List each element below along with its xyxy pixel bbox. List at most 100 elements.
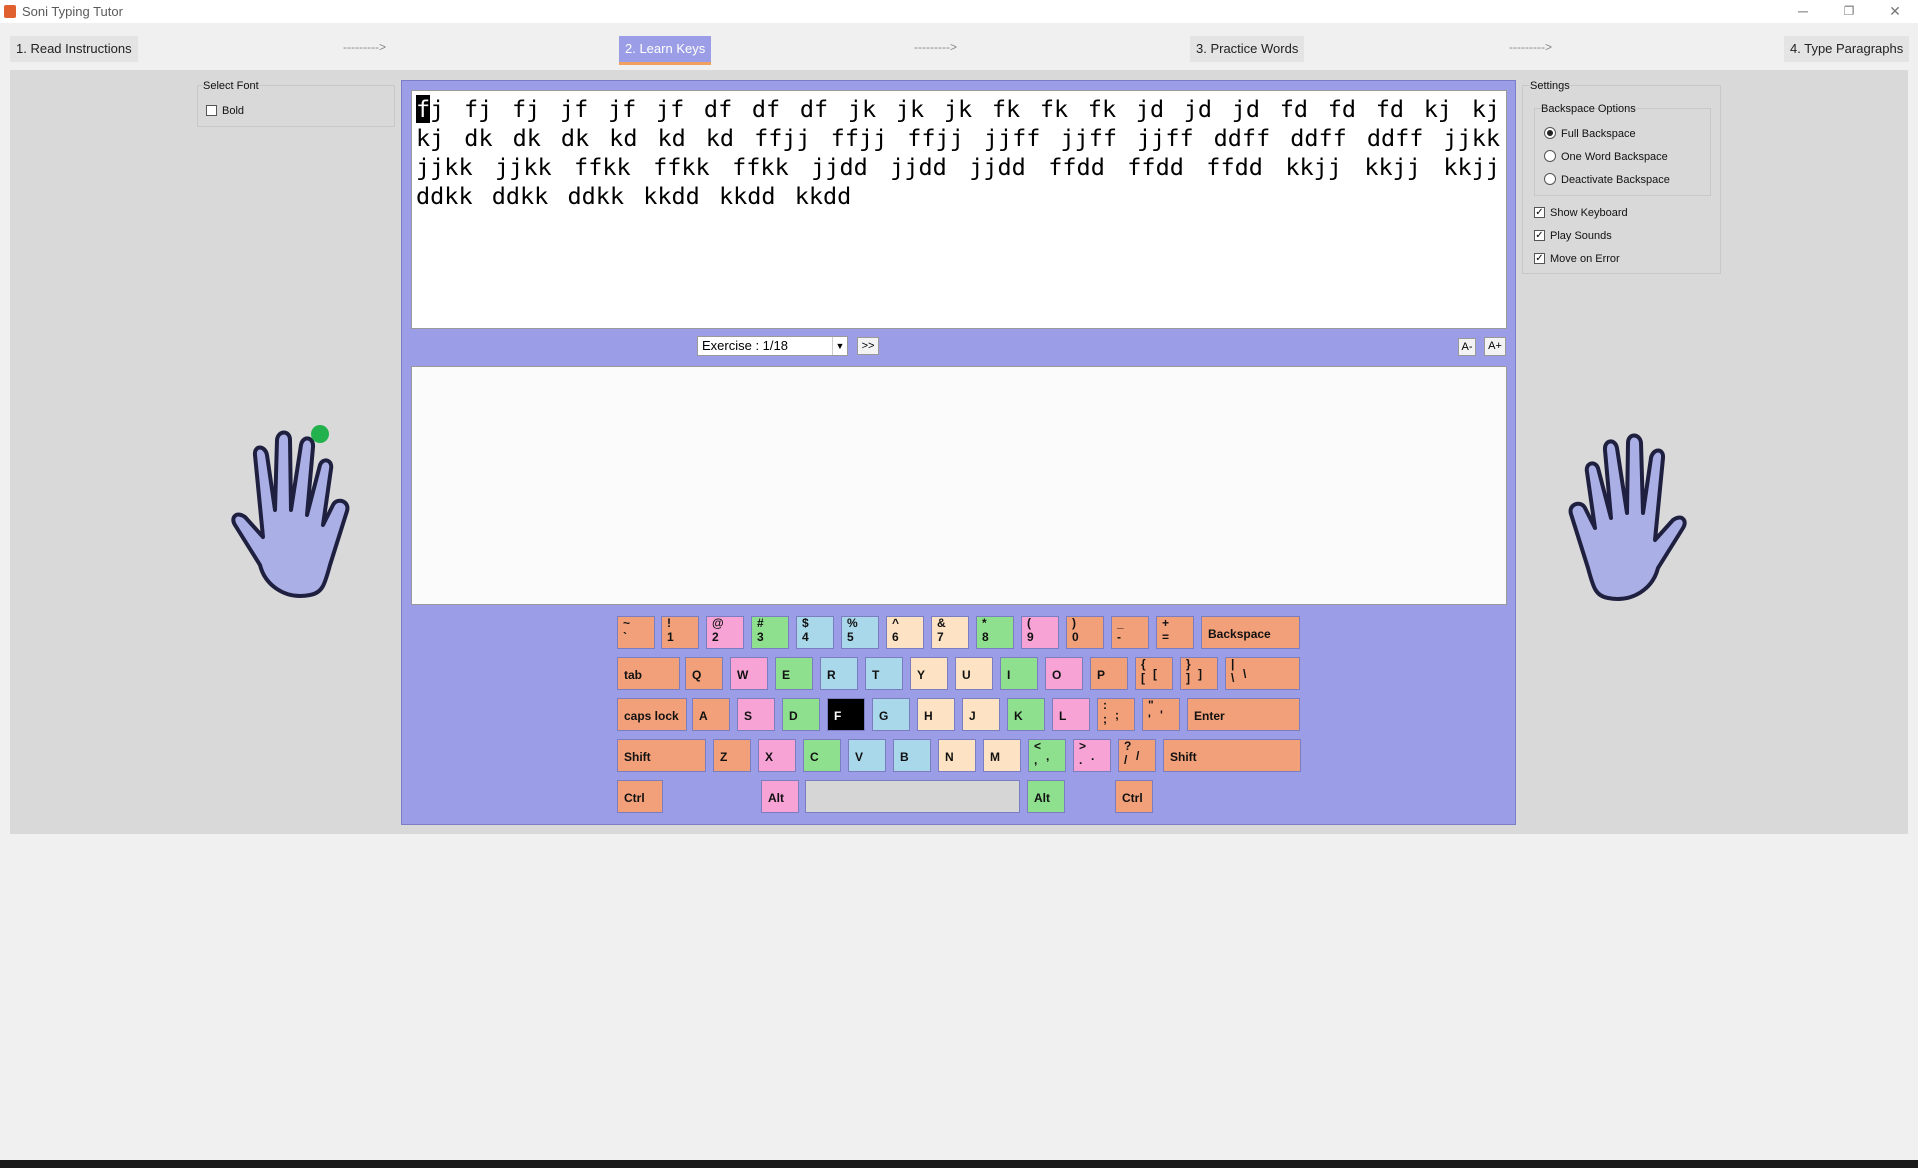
key-caps-lock[interactable]: caps lock <box>617 698 687 731</box>
key-t[interactable]: T <box>865 657 903 690</box>
key-right-label: ' <box>1160 708 1163 722</box>
key-0[interactable]: ) 0 <box>1066 616 1104 649</box>
window-title: Soni Typing Tutor <box>22 4 123 19</box>
key-y[interactable]: Y <box>910 657 948 690</box>
deactivate-backspace-radio[interactable] <box>1544 173 1556 185</box>
key-symbol[interactable]: _ - <box>1111 616 1149 649</box>
key-shift-label: % <box>847 616 858 630</box>
show-keyboard-checkbox[interactable]: ✓ <box>1534 207 1545 218</box>
key-alt[interactable]: Alt <box>761 780 799 813</box>
key-label: Z <box>720 750 728 764</box>
move-on-error-checkbox[interactable]: ✓ <box>1534 253 1545 264</box>
key-r[interactable]: R <box>820 657 858 690</box>
key-s[interactable]: S <box>737 698 775 731</box>
key-space[interactable] <box>805 780 1020 813</box>
key-g[interactable]: G <box>872 698 910 731</box>
key-label: E <box>782 668 791 682</box>
next-exercise-button[interactable]: >> <box>857 337 879 355</box>
key-base-label: ' <box>1148 712 1151 726</box>
key-f[interactable]: F <box>827 698 865 731</box>
step-practice-words[interactable]: 3. Practice Words <box>1190 36 1305 62</box>
key-v[interactable]: V <box>848 739 886 772</box>
key-i[interactable]: I <box>1000 657 1038 690</box>
key-ctrl[interactable]: Ctrl <box>1115 780 1153 813</box>
key-base-label: 9 <box>1027 630 1034 644</box>
key-a[interactable]: A <box>692 698 730 731</box>
key-k[interactable]: K <box>1007 698 1045 731</box>
full-backspace-radio[interactable] <box>1544 127 1556 139</box>
chevron-down-icon[interactable]: ▼ <box>832 337 847 355</box>
key-w[interactable]: W <box>730 657 768 690</box>
key-symbol[interactable]: ? / / <box>1118 739 1156 772</box>
key-h[interactable]: H <box>917 698 955 731</box>
key-label: N <box>945 750 954 764</box>
key-2[interactable]: @2 <box>706 616 744 649</box>
key-n[interactable]: N <box>938 739 976 772</box>
key-ctrl[interactable]: Ctrl <box>617 780 663 813</box>
typing-input-area[interactable] <box>411 366 1507 605</box>
key-j[interactable]: J <box>962 698 1000 731</box>
key-shift-label: > <box>1079 739 1087 753</box>
key-shift-label: } <box>1186 657 1191 671</box>
key-c[interactable]: C <box>803 739 841 772</box>
key-x[interactable]: X <box>758 739 796 772</box>
step-read-instructions[interactable]: 1. Read Instructions <box>10 36 138 62</box>
step-learn-keys[interactable]: 2. Learn Keys <box>619 36 712 65</box>
key-symbol[interactable]: {[[ <box>1135 657 1173 690</box>
key-symbol[interactable]: " ' ' <box>1142 698 1180 731</box>
key-alt[interactable]: Alt <box>1027 780 1065 813</box>
key-symbol[interactable]: >.. <box>1073 739 1111 772</box>
key-u[interactable]: U <box>955 657 993 690</box>
close-button[interactable]: ✕ <box>1872 0 1918 22</box>
key-z[interactable]: Z <box>713 739 751 772</box>
minimize-button[interactable]: ─ <box>1780 0 1826 22</box>
key-9[interactable]: (9 <box>1021 616 1059 649</box>
key-label: caps lock <box>624 709 679 723</box>
key-base-label: ` <box>623 630 627 644</box>
key-8[interactable]: * 8 <box>976 616 1014 649</box>
key-b[interactable]: B <box>893 739 931 772</box>
key-label: Y <box>917 668 926 682</box>
restore-button[interactable]: ❐ <box>1826 0 1872 22</box>
key-shift-label: ) <box>1072 616 1076 630</box>
key-symbol[interactable]: <,, <box>1028 739 1066 772</box>
key-m[interactable]: M <box>983 739 1021 772</box>
one-word-backspace-radio[interactable] <box>1544 150 1556 162</box>
play-sounds-checkbox[interactable]: ✓ <box>1534 230 1545 241</box>
font-smaller-button[interactable]: A- <box>1458 338 1476 356</box>
key-q[interactable]: Q <box>685 657 723 690</box>
step-type-paragraphs[interactable]: 4. Type Paragraphs <box>1784 36 1910 62</box>
key-right-label: \ <box>1243 667 1247 681</box>
key-right-label: . <box>1091 749 1095 763</box>
key-o[interactable]: O <box>1045 657 1083 690</box>
exercise-select[interactable]: Exercise : 1/18 ▼ <box>697 336 848 356</box>
key-tab[interactable]: tab <box>617 657 680 690</box>
bold-checkbox[interactable] <box>206 105 217 116</box>
key-shift[interactable]: Shift <box>617 739 706 772</box>
key-3[interactable]: #3 <box>751 616 789 649</box>
key-l[interactable]: L <box>1052 698 1090 731</box>
key-d[interactable]: D <box>782 698 820 731</box>
key-label: Shift <box>1170 750 1197 764</box>
key-symbol[interactable]: + = <box>1156 616 1194 649</box>
key-e[interactable]: E <box>775 657 813 690</box>
key-1[interactable]: ! 1 <box>661 616 699 649</box>
key-symbol[interactable]: }]] <box>1180 657 1218 690</box>
font-larger-button[interactable]: A+ <box>1484 337 1506 356</box>
key-6[interactable]: ^ 6 <box>886 616 924 649</box>
key-label: H <box>924 709 933 723</box>
key-shift-label: + <box>1162 616 1170 630</box>
key-symbol[interactable]: :;; <box>1097 698 1135 731</box>
key-backspace[interactable]: Backspace <box>1201 616 1300 649</box>
key-symbol[interactable]: ~ ` <box>617 616 655 649</box>
key-shift[interactable]: Shift <box>1163 739 1301 772</box>
full-backspace-label: Full Backspace <box>1561 128 1636 140</box>
key-4[interactable]: $4 <box>796 616 834 649</box>
key-base-label: 4 <box>802 630 809 644</box>
key-enter[interactable]: Enter <box>1187 698 1300 731</box>
key-symbol[interactable]: | \ \ <box>1225 657 1300 690</box>
key-5[interactable]: % 5 <box>841 616 879 649</box>
key-7[interactable]: & 7 <box>931 616 969 649</box>
key-p[interactable]: P <box>1090 657 1128 690</box>
key-label: Q <box>692 668 702 682</box>
